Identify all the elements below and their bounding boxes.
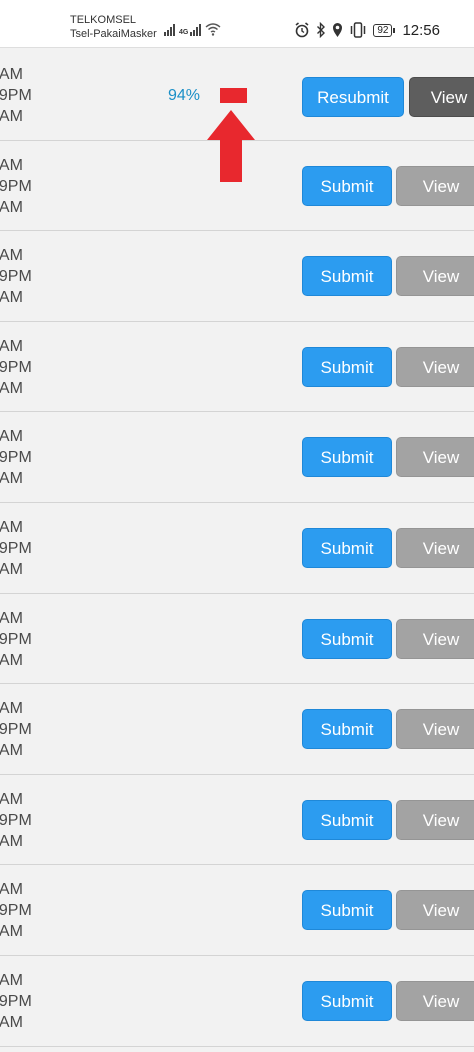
view-button[interactable]: View [396, 437, 474, 478]
start-time: 5AM [0, 700, 23, 718]
signal-icon [164, 22, 175, 36]
time-info: 3AM 59PM 0AM [0, 879, 32, 942]
view-button[interactable]: View [396, 346, 474, 387]
start-time: 3AM [0, 337, 23, 355]
location-icon [333, 23, 343, 37]
list-item: 1AM 59PM 0AM Submit View [0, 594, 474, 685]
list-item: 3AM 59PM 0AM Submit View [0, 322, 474, 413]
list-item: 0AM 59PM 0AM Submit View [0, 503, 474, 594]
list-item: 7AM 59PM 0AM Submit View [0, 231, 474, 322]
wifi-icon [205, 23, 221, 36]
start-time: 3AM [0, 66, 23, 83]
submit-button[interactable]: Submit [302, 980, 392, 1021]
status-bar: TELKOMSEL Tsel-PakaiMasker 4G 92 12:56 [0, 0, 474, 48]
time-info: 3AM 59PM 0AM [0, 426, 32, 489]
time-info: 3AM 59PM 0AM [0, 970, 32, 1033]
submit-button[interactable]: Submit [302, 346, 392, 387]
start-time: 3AM [0, 156, 23, 174]
system-icons: 92 12:56 [294, 20, 440, 40]
carrier-network-label: Tsel-PakaiMasker [70, 28, 157, 40]
start-time: 0AM [0, 518, 23, 536]
other-time: 0AM [0, 198, 23, 216]
view-button[interactable]: View [396, 618, 474, 659]
other-time: 0AM [0, 470, 23, 488]
view-button[interactable]: View [396, 980, 474, 1021]
end-time: 59PM [0, 177, 32, 195]
other-time: 0AM [0, 289, 23, 307]
start-time: 3AM [0, 428, 23, 446]
annotation-highlight [220, 88, 247, 103]
end-time: 59PM [0, 992, 32, 1010]
carrier-name: TELKOMSEL [70, 14, 137, 26]
end-time: 59PM [0, 721, 32, 739]
end-time: 59PM [0, 268, 32, 286]
end-time: 59PM [0, 449, 32, 467]
signal-4g-icon: 4G [179, 22, 202, 36]
alarm-icon [295, 22, 309, 38]
view-button[interactable]: View [396, 709, 474, 750]
time-info: 0AM 59PM 0AM [0, 517, 32, 580]
other-time: 0AM [0, 742, 23, 760]
other-time: 0AM [0, 651, 23, 669]
view-button[interactable]: View [396, 799, 474, 840]
submit-button[interactable]: Submit [302, 709, 392, 750]
start-time: 1AM [0, 609, 23, 627]
time-info: 3AM 59PM 0AM [0, 789, 32, 852]
list-item: 3AM 59PM 0AM Submit View [0, 956, 474, 1047]
network-icons: 4G [164, 20, 221, 36]
end-time: 59PM [0, 87, 32, 104]
resubmit-button[interactable]: Resubmit [302, 77, 404, 117]
start-time: 3AM [0, 790, 23, 808]
clock: 12:56 [402, 21, 440, 39]
submission-list: 3AM 59PM 0AM 94% Resubmit View 3AM 59PM … [0, 50, 474, 1047]
other-time: 0AM [0, 923, 23, 941]
view-button[interactable]: View [396, 165, 474, 206]
vibrate-icon [351, 22, 366, 38]
submit-button[interactable]: Submit [302, 527, 392, 568]
list-item: 3AM 59PM 0AM Submit View [0, 865, 474, 956]
view-button[interactable]: View [396, 256, 474, 297]
end-time: 59PM [0, 630, 32, 648]
view-button[interactable]: View [396, 890, 474, 931]
list-item: 3AM 59PM 0AM Submit View [0, 412, 474, 503]
view-button[interactable]: View [396, 527, 474, 568]
start-time: 3AM [0, 971, 23, 989]
submit-button[interactable]: Submit [302, 890, 392, 931]
other-time: 0AM [0, 108, 23, 125]
other-time: 0AM [0, 560, 23, 578]
submit-button[interactable]: Submit [302, 256, 392, 297]
submit-button[interactable]: Submit [302, 799, 392, 840]
end-time: 59PM [0, 358, 32, 376]
list-item: 5AM 59PM 0AM Submit View [0, 684, 474, 775]
list-item: 3AM 59PM 0AM 94% Resubmit View [0, 50, 474, 182]
bluetooth-icon [317, 22, 326, 38]
time-info: 3AM 59PM 0AM [0, 155, 32, 218]
time-info: 3AM 59PM 0AM [0, 64, 32, 127]
list-item: 3AM 59PM 0AM Submit View [0, 775, 474, 866]
start-time: 7AM [0, 247, 23, 265]
carrier-info: TELKOMSEL Tsel-PakaiMasker [70, 13, 157, 41]
submit-button[interactable]: Submit [302, 437, 392, 478]
network-type-label: 4G [179, 29, 189, 36]
time-info: 7AM 59PM 0AM [0, 245, 32, 308]
other-time: 0AM [0, 379, 23, 397]
other-time: 0AM [0, 832, 23, 850]
submit-button[interactable]: Submit [302, 618, 392, 659]
end-time: 59PM [0, 811, 32, 829]
submit-button[interactable]: Submit [302, 165, 392, 206]
time-info: 3AM 59PM 0AM [0, 336, 32, 399]
time-info: 1AM 59PM 0AM [0, 608, 32, 671]
progress-percent: 94% [168, 87, 201, 104]
time-info: 5AM 59PM 0AM [0, 698, 32, 761]
start-time: 3AM [0, 881, 23, 899]
end-time: 59PM [0, 539, 32, 557]
battery-icon: 92 [373, 23, 396, 37]
view-button[interactable]: View [409, 77, 474, 117]
end-time: 59PM [0, 902, 32, 920]
other-time: 0AM [0, 1013, 23, 1031]
list-item: 3AM 59PM 0AM Submit View [0, 141, 474, 232]
